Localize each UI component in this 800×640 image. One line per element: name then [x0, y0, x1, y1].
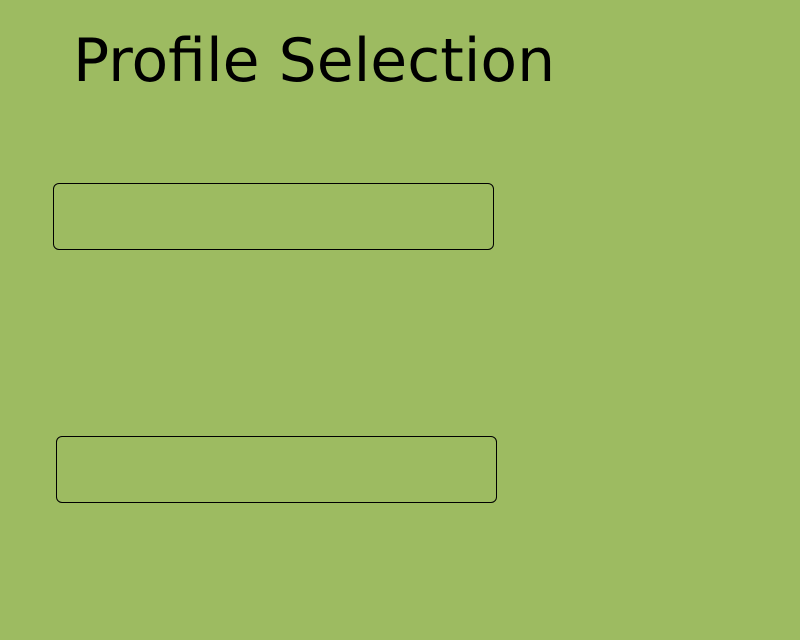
profile-slot-1-button[interactable] — [53, 183, 494, 250]
profile-slot-2-button[interactable] — [56, 436, 497, 503]
page-title: Profile Selection — [73, 26, 556, 96]
